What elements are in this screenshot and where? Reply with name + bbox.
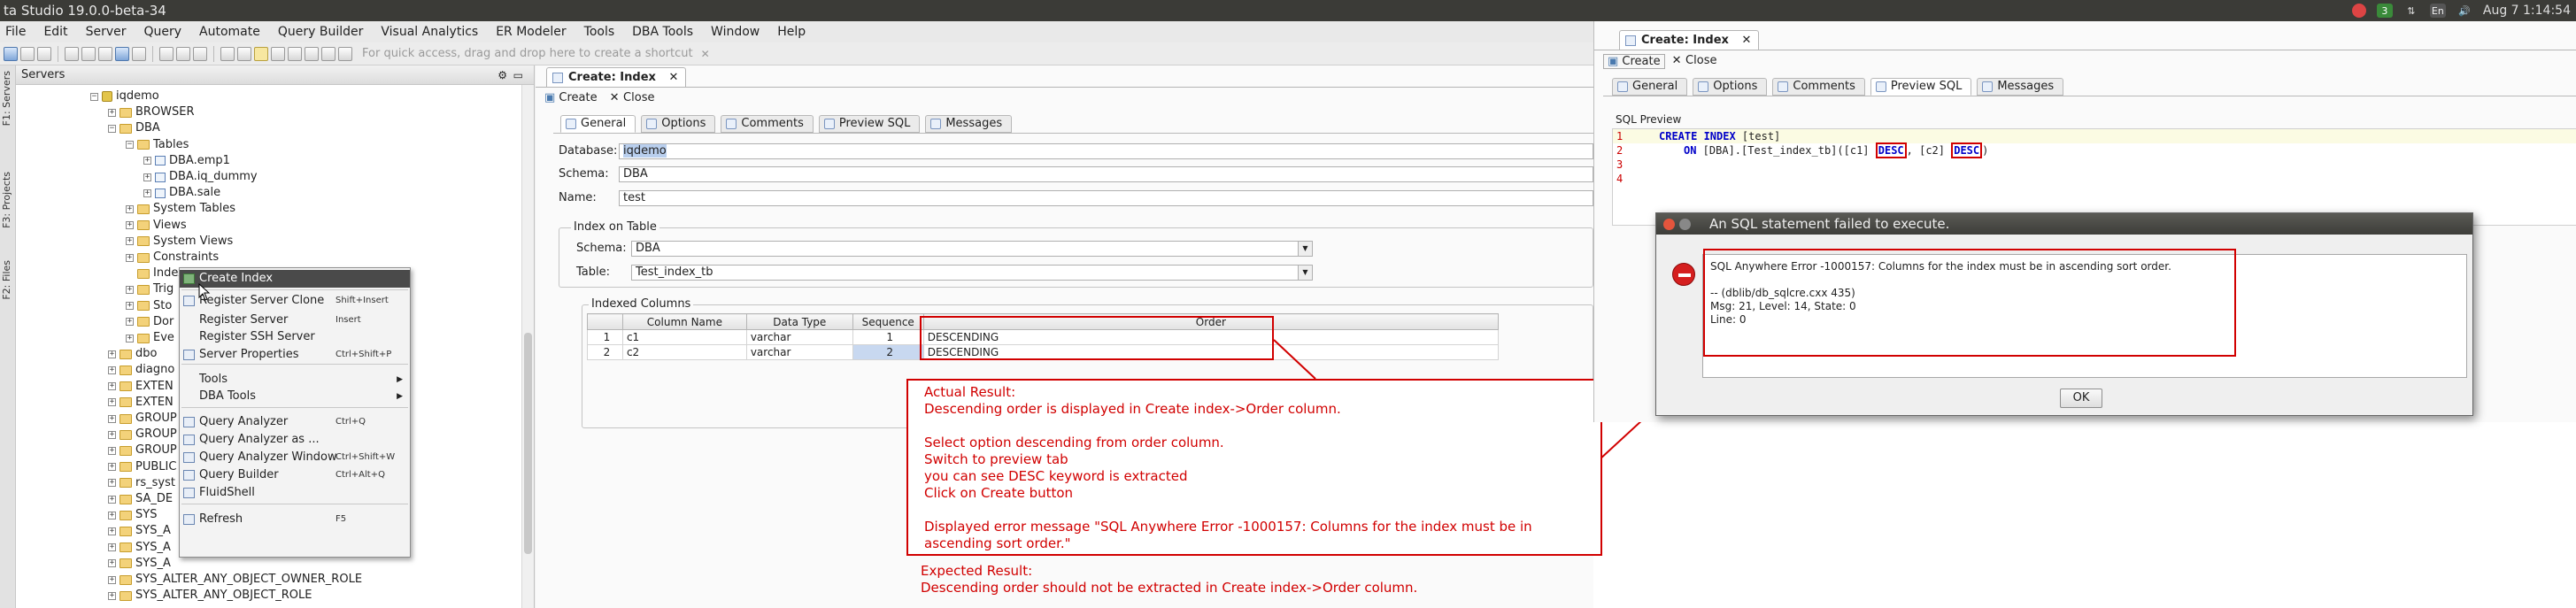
desc-keyword-2: DESC bbox=[1951, 142, 1983, 158]
dialog-minimize-icon[interactable] bbox=[1679, 219, 1691, 230]
connector-order-to-note bbox=[1273, 339, 1316, 380]
tab-label: General bbox=[1632, 80, 1678, 93]
volume-icon[interactable]: 🔊 bbox=[2456, 4, 2472, 18]
tab-label: Comments bbox=[1793, 80, 1855, 93]
error-dialog-title: An SQL statement failed to execute. bbox=[1709, 216, 1950, 232]
error-message-highlight bbox=[1703, 249, 2236, 357]
right-create-button[interactable]: ▣ Create bbox=[1603, 54, 1665, 69]
expected-title: Expected Result: bbox=[921, 563, 1033, 579]
comments-icon bbox=[1778, 81, 1789, 92]
dialog-close-icon[interactable] bbox=[1663, 219, 1675, 230]
network-icon[interactable]: ⇅ bbox=[2403, 4, 2419, 18]
sql-line-1: CREATE INDEX [test] bbox=[1659, 130, 1781, 142]
system-tray: 3 ⇅ En 🔊 Aug 7 1:14:54 bbox=[2351, 0, 2571, 21]
right-editor-actions: ▣ Create ✕ Close bbox=[1603, 54, 1716, 69]
chrome-icon[interactable] bbox=[2351, 4, 2366, 18]
sql-line-number-4: 4 bbox=[1616, 173, 1623, 185]
actual-result-text: Descending order is displayed in Create … bbox=[924, 401, 1341, 417]
tab-label: Messages bbox=[1997, 80, 2055, 93]
expected-result: Expected Result: Descending order should… bbox=[921, 563, 1593, 596]
error-stop-icon bbox=[1672, 263, 1695, 286]
sql-line-number-1: 1 bbox=[1616, 130, 1623, 142]
sql-line-2: ON [DBA].[Test_index_tb]([c1] DESC, [c2]… bbox=[1684, 142, 1989, 158]
actual-result-title: Actual Result: bbox=[924, 384, 1016, 400]
error-line-1: Displayed error message "SQL Anywhere Er… bbox=[924, 519, 1532, 535]
step-1: Select option descending from order colu… bbox=[924, 435, 1224, 450]
create-icon: ▣ bbox=[1608, 55, 1623, 68]
right-doc-tab-close-icon[interactable]: ✕ bbox=[1741, 34, 1751, 47]
close-icon: ✕ bbox=[1671, 54, 1686, 67]
error-line-2: ascending sort order." bbox=[924, 535, 1071, 551]
right-tab-preview-sql[interactable]: Preview SQL bbox=[1870, 78, 1972, 96]
sql-preview-label: SQL Preview bbox=[1616, 113, 1682, 126]
right-doc-tab[interactable]: Create: Index ✕ bbox=[1619, 30, 1760, 50]
ok-button[interactable]: OK bbox=[2060, 389, 2102, 408]
right-tab-messages[interactable]: Messages bbox=[1977, 78, 2064, 96]
sql-line-number-2: 2 bbox=[1616, 144, 1623, 157]
expected-text: Descending order should not be extracted… bbox=[921, 580, 1418, 596]
right-tab-general[interactable]: General bbox=[1612, 78, 1688, 96]
tab-label: Preview SQL bbox=[1890, 80, 1963, 93]
update-badge-icon[interactable]: 3 bbox=[2376, 4, 2393, 18]
index-icon bbox=[1625, 35, 1636, 46]
right-editor-tabs: General Options Comments Preview SQL Message… bbox=[1612, 78, 2064, 96]
right-close-button[interactable]: ✕ Close bbox=[1672, 54, 1717, 69]
error-dialog-titlebar: An SQL statement failed to execute. bbox=[1656, 213, 2472, 235]
messages-icon bbox=[1982, 81, 1994, 92]
general-icon bbox=[1617, 81, 1628, 92]
right-tab-options[interactable]: Options bbox=[1693, 78, 1768, 96]
sql-line-number-3: 3 bbox=[1616, 158, 1623, 171]
step-4: Click on Create button bbox=[924, 485, 1074, 501]
step-2: Switch to preview tab bbox=[924, 451, 1068, 467]
sql-preview-editor[interactable]: 1 2 3 4 CREATE INDEX [test] ON [DBA].[Te… bbox=[1612, 128, 2576, 226]
desc-keyword-1: DESC bbox=[1875, 142, 1907, 158]
step-3: you can see DESC keyword is extracted bbox=[924, 468, 1188, 484]
top-panel-bar: 3 ⇅ En 🔊 Aug 7 1:14:54 bbox=[1593, 0, 2576, 21]
clock: Aug 7 1:14:54 bbox=[2482, 4, 2571, 18]
right-doc-tab-label: Create: Index bbox=[1641, 34, 1729, 47]
annotation-note: Actual Result: Descending order is displ… bbox=[906, 379, 1602, 556]
tab-label: Options bbox=[1713, 80, 1758, 93]
right-tab-comments[interactable]: Comments bbox=[1772, 78, 1865, 96]
options-icon bbox=[1698, 81, 1709, 92]
keyboard-layout-icon[interactable]: En bbox=[2429, 4, 2446, 18]
preview-sql-icon bbox=[1875, 81, 1886, 92]
